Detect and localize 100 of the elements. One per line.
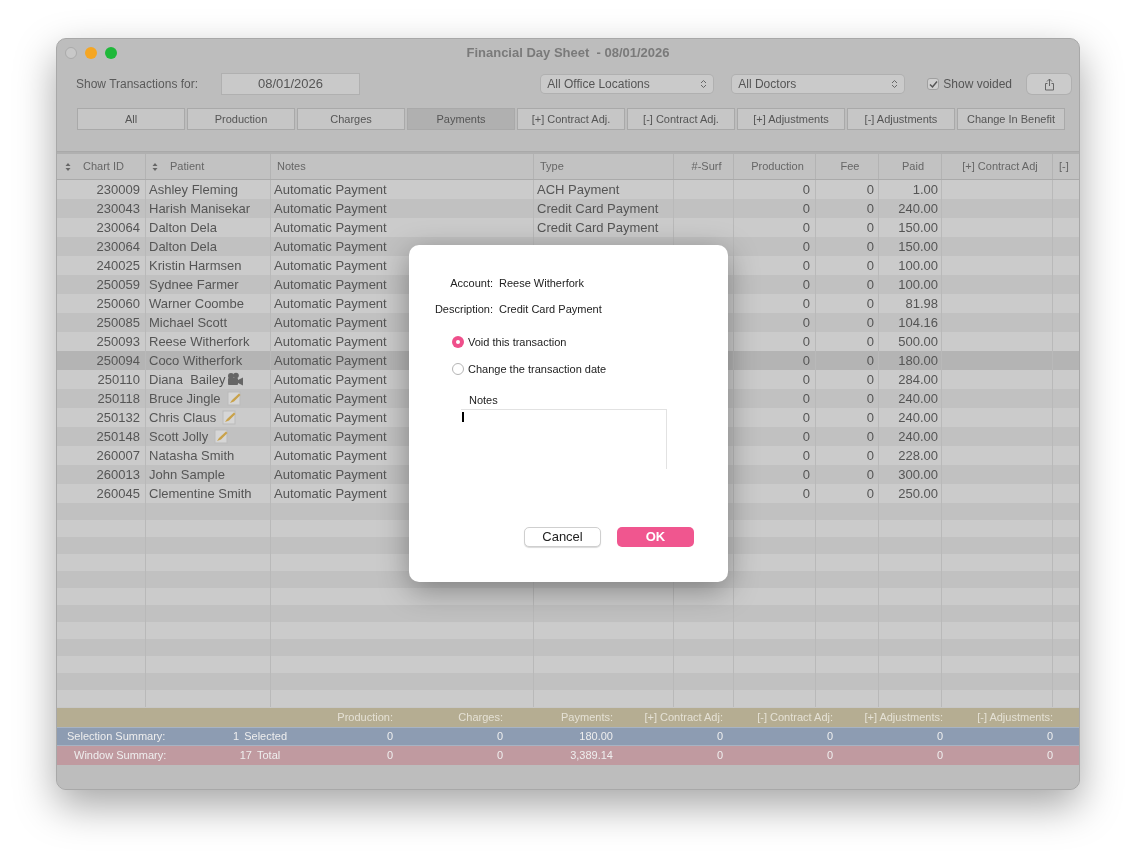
table-cell-text: Ashley Fleming xyxy=(149,180,238,199)
table-cell-text: 180.00 xyxy=(898,351,938,370)
description-label: Description: xyxy=(434,301,493,317)
table-cell-text: 0 xyxy=(866,237,874,256)
table-cell-text: Automatic Payment xyxy=(274,218,387,237)
table-cell-text: Credit Card Payment xyxy=(537,199,659,218)
summary-count: 1 xyxy=(232,729,240,745)
table-cell-text: Automatic Payment xyxy=(274,313,387,332)
table-cell-text: 250.00 xyxy=(898,484,938,503)
table-cell-text: 0 xyxy=(802,332,810,351)
table-cell-text: Chris Claus xyxy=(149,408,217,427)
table-cell-text: 228.00 xyxy=(898,446,938,465)
table-cell-text: 250094 xyxy=(96,351,140,370)
table-cell-text: 150.00 xyxy=(898,218,938,237)
table-cell-text: 104.16 xyxy=(898,313,938,332)
table-cell-text: 230009 xyxy=(96,180,140,199)
account-value: Reese Witherfork xyxy=(499,276,584,291)
summary-column-label: Charges: xyxy=(457,710,504,726)
table-cell-text: 0 xyxy=(866,332,874,351)
summary-label: Selection Summary: xyxy=(66,729,167,745)
table-cell-text: 300.00 xyxy=(898,465,938,484)
table-cell-text: 0 xyxy=(802,313,810,332)
table-cell-text: Bruce Jingle xyxy=(149,389,221,408)
table-cell-text: 0 xyxy=(866,465,874,484)
table-cell-text: 250085 xyxy=(96,313,140,332)
summary-value: 0 xyxy=(715,729,724,745)
table-cell-text: Automatic Payment xyxy=(274,351,387,370)
summary-value: 0 xyxy=(495,748,504,764)
summary-column-label: Production: xyxy=(336,710,394,726)
account-label: Account: xyxy=(450,276,493,291)
table-cell-text: 240.00 xyxy=(898,427,938,446)
table-cell-text: Harish Manisekar xyxy=(149,199,251,218)
table-cell-text: 260045 xyxy=(96,484,140,503)
table-cell-text: Automatic Payment xyxy=(274,427,387,446)
table-cell-text: 230043 xyxy=(96,199,140,218)
table-cell-text: 0 xyxy=(866,484,874,503)
table-cell-text: Automatic Payment xyxy=(274,389,387,408)
table-cell-text: 0 xyxy=(866,446,874,465)
table-cell-text: 0 xyxy=(866,370,874,389)
table-cell-text: 1.00 xyxy=(912,180,938,199)
table-cell-text: 0 xyxy=(866,199,874,218)
table-cell-text: Coco Witherfork xyxy=(149,351,243,370)
radio-label: Change the transaction date xyxy=(468,361,607,377)
summary-value: 0 xyxy=(825,748,834,764)
table-cell-text: Dalton Dela xyxy=(149,218,217,237)
table-cell-text: 0 xyxy=(866,351,874,370)
table-cell-text: 250118 xyxy=(97,389,140,408)
summary-label: Window Summary: xyxy=(73,748,168,764)
table-cell-text: 250060 xyxy=(96,294,140,313)
table-cell-text: ACH Payment xyxy=(537,180,620,199)
table-cell-text: Automatic Payment xyxy=(274,332,387,351)
table-cell-text: Reese Witherfork xyxy=(149,332,250,351)
table-cell-text: 0 xyxy=(802,275,810,294)
table-cell-text: Clementine Smith xyxy=(149,484,252,503)
table-cell-text: Warner Coombe xyxy=(149,294,244,313)
table-cell-text: 0 xyxy=(802,389,810,408)
table-cell-text: 500.00 xyxy=(898,332,938,351)
table-cell-text: 0 xyxy=(866,313,874,332)
date-label: Show Transactions for: xyxy=(76,76,200,93)
table-cell-text: 250110 xyxy=(97,370,140,389)
table-cell-text: 0 xyxy=(802,199,810,218)
table-cell-text: 0 xyxy=(802,180,810,199)
table-cell-text: 250093 xyxy=(96,332,140,351)
table-cell-text: 100.00 xyxy=(898,275,938,294)
table-cell-text: 0 xyxy=(866,180,874,199)
table-cell-text: 0 xyxy=(866,294,874,313)
notes-label: Notes xyxy=(469,393,498,408)
show-voided-label: Show voided xyxy=(943,76,1012,93)
table-cell-text: 250059 xyxy=(96,275,140,294)
radio-label: Void this transaction xyxy=(468,335,567,350)
table-cell-text: Automatic Payment xyxy=(274,275,387,294)
summary-column-label: [-] Contract Adj: xyxy=(756,710,834,726)
table-cell-text: 250132 xyxy=(96,408,140,427)
summary-column-label: [+] Adjustments: xyxy=(863,710,944,726)
summary-value: 0 xyxy=(495,729,504,745)
table-cell-text: 0 xyxy=(802,351,810,370)
table-cell-text: 0 xyxy=(866,408,874,427)
table-cell-text: 0 xyxy=(802,256,810,275)
table-cell-text: Kristin Harmsen xyxy=(149,256,242,275)
table-cell-text: 0 xyxy=(802,427,810,446)
description-value: Credit Card Payment xyxy=(499,301,602,317)
summary-value: 0 xyxy=(1045,729,1054,745)
summary-count-label: Selected xyxy=(244,729,287,745)
summary-column-label: [+] Contract Adj: xyxy=(643,710,724,726)
table-cell-text: Michael Scott xyxy=(149,313,228,332)
table-cell-text: Automatic Payment xyxy=(274,199,387,218)
summary-value: 0 xyxy=(385,729,394,745)
table-cell-text: Automatic Payment xyxy=(274,370,387,389)
table-cell-text: 284.00 xyxy=(898,370,938,389)
summary-value: 0 xyxy=(935,748,944,764)
summary-count: 17 xyxy=(238,748,252,764)
table-cell-text: Dalton Dela xyxy=(149,237,217,256)
table-cell-text: 0 xyxy=(866,389,874,408)
table-cell-text: 240.00 xyxy=(898,408,938,427)
table-cell-text: Automatic Payment xyxy=(274,465,387,484)
summary-value: 3,389.14 xyxy=(569,748,614,764)
table-cell-text: Sydnee Farmer xyxy=(149,275,239,294)
table-cell-text: 0 xyxy=(802,408,810,427)
table-cell-text: Automatic Payment xyxy=(274,484,387,503)
table-cell-text: 0 xyxy=(802,237,810,256)
